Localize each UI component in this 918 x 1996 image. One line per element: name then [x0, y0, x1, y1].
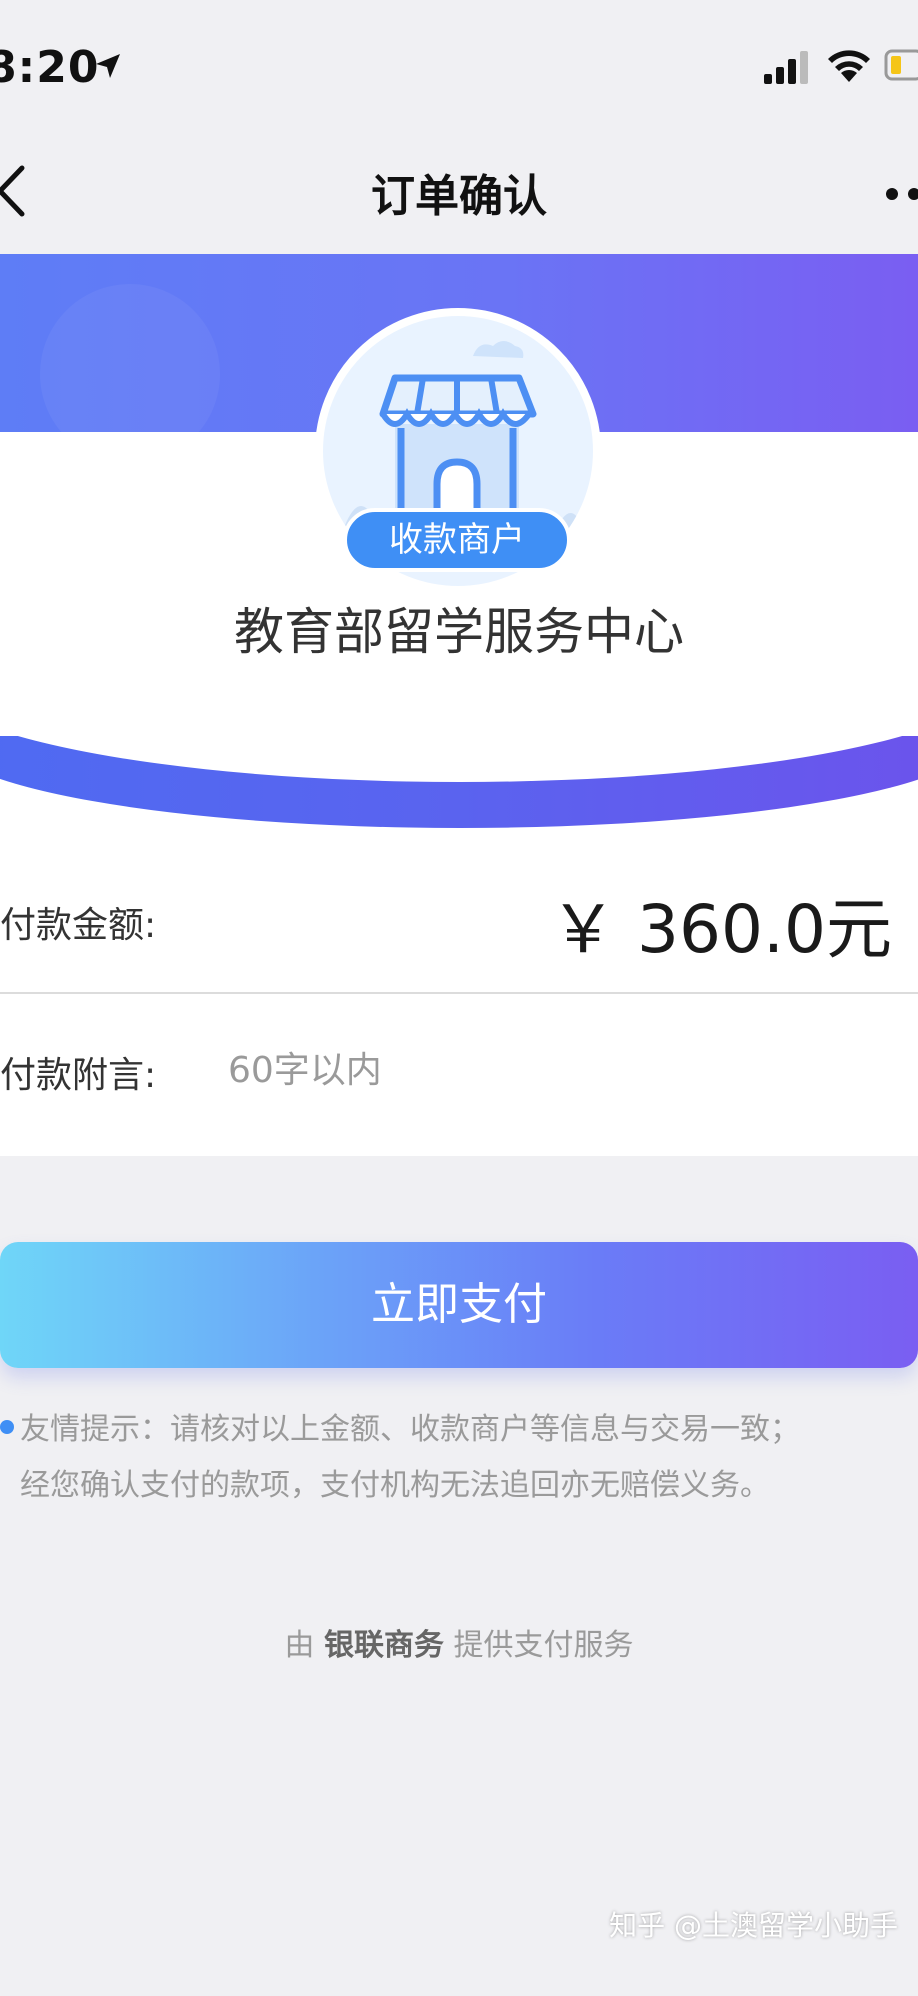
location-arrow-icon — [96, 54, 120, 78]
payment-provider: 由 银联商务 提供支付服务 — [0, 1620, 918, 1664]
page-title: 订单确认 — [371, 171, 547, 222]
provider-prefix: 由 — [284, 1628, 315, 1663]
amount-row: 付款金额: ￥ 360.0元 — [0, 838, 918, 994]
watermark: 知乎 @土澳留学小助手 — [609, 1909, 898, 1942]
battery-icon — [884, 49, 918, 81]
note-input[interactable] — [226, 1034, 870, 1106]
more-dots-icon[interactable] — [884, 186, 918, 202]
cellular-signal-icon — [764, 51, 808, 84]
provider-name: 银联商务 — [324, 1628, 444, 1663]
amount-value: ￥ 360.0元 — [550, 891, 892, 968]
tip-line-1: 友情提示：请核对以上金额、收款商户等信息与交易一致； — [20, 1412, 800, 1447]
status-bar: 8:20 — [0, 0, 918, 130]
provider-suffix: 提供支付服务 — [453, 1628, 634, 1663]
merchant-card: 收款商户 教育部留学服务中心 — [0, 254, 918, 838]
note-label: 付款附言: — [0, 1055, 157, 1096]
pay-now-button[interactable]: 立即支付 — [0, 1242, 918, 1368]
payment-form: 付款金额: ￥ 360.0元 付款附言: — [0, 838, 918, 1156]
merchant-name: 教育部留学服务中心 — [234, 603, 684, 661]
tip-bullet-icon — [0, 1420, 14, 1434]
merchant-badge: 收款商户 — [343, 508, 571, 572]
note-row: 付款附言: — [0, 994, 918, 1154]
status-time: 8:20 — [0, 42, 100, 93]
amount-label: 付款金额: — [0, 905, 157, 946]
tip-line-2: 经您确认支付的款项，支付机构无法追回亦无赔偿义务。 — [20, 1468, 770, 1503]
navigation-bar: 订单确认 — [0, 130, 918, 254]
wifi-icon — [828, 50, 870, 82]
